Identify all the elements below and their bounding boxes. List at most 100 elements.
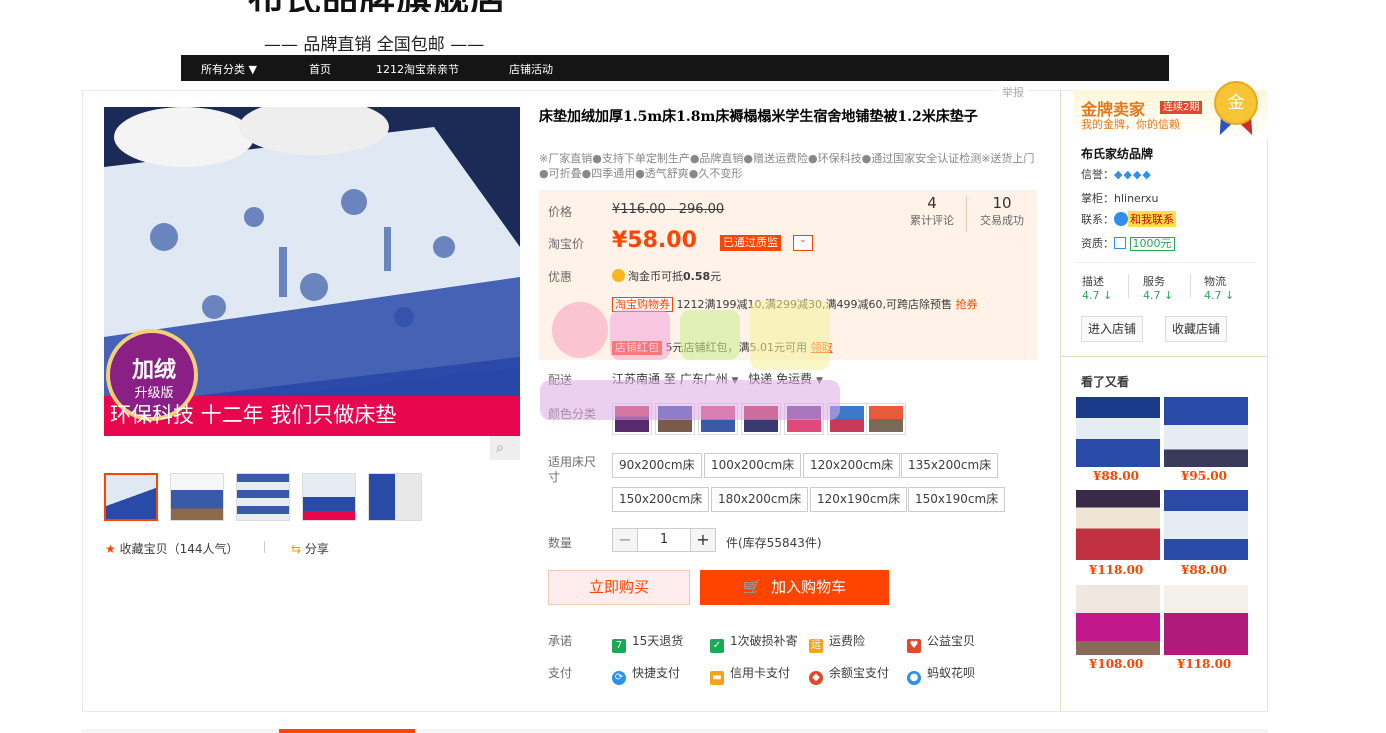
contact-button[interactable]: 和我联系	[1128, 211, 1176, 227]
promise-return[interactable]: 7 15天退货	[612, 632, 683, 653]
quantity-input[interactable]: 1	[638, 528, 690, 552]
return-icon: 7	[612, 639, 626, 653]
delivery-method-select[interactable]: 快递 免运费 ▼	[748, 372, 823, 386]
add-to-cart-button[interactable]: 🛒 加入购物车	[700, 570, 889, 605]
size-option-7[interactable]: 120x190cm床	[810, 487, 908, 512]
reviews-stat[interactable]: 4 累计评论	[900, 194, 964, 228]
score-service-label: 服务	[1143, 275, 1165, 288]
deposit-badge[interactable]: 1000元	[1129, 237, 1175, 251]
nav-home[interactable]: 首页	[309, 61, 331, 77]
coupon-text: 1212满199减10,满299减30,满499减60,可跨店除预售	[676, 298, 952, 311]
buy-now-button[interactable]: 立即购买	[548, 570, 690, 605]
recommend-item-4-price[interactable]: ¥88.00	[1181, 563, 1227, 577]
size-option-2[interactable]: 100x200cm床	[704, 453, 802, 478]
heart-icon: ♥	[907, 639, 921, 653]
huabei-icon: ●	[907, 671, 921, 685]
product-title: 床垫加绒加厚1.5m床1.8m床褥榻榻米学生宿舍地铺垫被1.2米床垫子	[539, 109, 978, 125]
recommend-item-2-price[interactable]: ¥95.00	[1181, 469, 1227, 483]
color-swatch-6[interactable]	[827, 403, 867, 435]
size-option-4[interactable]: 135x200cm床	[901, 453, 999, 478]
seller-keeper: 掌柜：hlinerxu	[1081, 190, 1159, 206]
star-icon: ★	[105, 542, 116, 556]
favorite-shop-button[interactable]: 收藏店铺	[1165, 316, 1228, 342]
quality-badge[interactable]: 已通过质监	[720, 235, 781, 251]
delivery-to-select[interactable]: 广东广州 ▼	[680, 372, 739, 386]
reviews-label: 累计评论	[910, 214, 954, 227]
recommend-item-3-price[interactable]: ¥118.00	[1089, 563, 1143, 577]
recommend-item-6-price[interactable]: ¥118.00	[1177, 657, 1231, 671]
color-swatch-7[interactable]	[866, 403, 906, 435]
color-swatch-1[interactable]	[612, 403, 652, 435]
stock-text: 件(库存55843件)	[726, 536, 822, 550]
size-option-3[interactable]: 120x200cm床	[803, 453, 901, 478]
yuebao-icon: ◆	[809, 671, 823, 685]
main-product-image[interactable]: 加绒 升级版 环保科技 十二年 我们只做床垫 ⌕	[104, 107, 520, 460]
redpack-tag: 店铺红包	[612, 341, 662, 355]
zoom-icon[interactable]: ⌕	[496, 440, 504, 456]
pay-quick[interactable]: ⟳ 快捷支付	[612, 664, 680, 685]
thumbnail-1[interactable]	[104, 473, 158, 521]
size-option-8[interactable]: 150x190cm床	[908, 487, 1006, 512]
detail-tab-active[interactable]	[279, 729, 415, 733]
diamond-icons: ◆◆◆◆	[1114, 168, 1152, 181]
promise-resend[interactable]: ✓ 1次破损补寄	[710, 632, 798, 653]
credit-label: 信誉：	[1081, 168, 1114, 181]
quantity-decrease-button[interactable]: −	[612, 528, 638, 552]
promise-label: 承诺	[548, 634, 573, 648]
thumbnail-4[interactable]	[302, 473, 356, 521]
recommend-item-1-image[interactable]	[1076, 397, 1160, 467]
recommend-item-5-image[interactable]	[1076, 585, 1160, 655]
share-button[interactable]: ⇆ 分享	[291, 540, 329, 557]
contact-label: 联系：	[1081, 213, 1114, 226]
delivery-method: 快递 免运费	[748, 372, 813, 386]
recommend-item-3-image[interactable]	[1076, 490, 1160, 560]
promise-charity[interactable]: ♥ 公益宝贝	[907, 632, 975, 653]
price-label: 价格	[548, 205, 573, 219]
reviews-count: 4	[927, 194, 937, 212]
thumbnail-2[interactable]	[170, 473, 224, 521]
coupon-link[interactable]: 抢券	[955, 298, 977, 311]
thumbnail-3[interactable]	[236, 473, 290, 521]
pay-huabei[interactable]: ● 蚂蚁花呗	[907, 664, 975, 685]
promise-return-label: 15天退货	[632, 634, 684, 648]
redpack-link[interactable]: 领取	[811, 341, 833, 354]
color-swatch-4[interactable]	[741, 403, 781, 435]
recommend-item-2-image[interactable]	[1164, 397, 1248, 467]
delivery-to-word: 至	[663, 372, 676, 386]
recommend-item-6-image[interactable]	[1164, 585, 1248, 655]
license-icon[interactable]	[1114, 237, 1126, 249]
size-option-1[interactable]: 90x200cm床	[612, 453, 702, 478]
size-option-5[interactable]: 150x200cm床	[612, 487, 710, 512]
pay-credit[interactable]: ▬ 信用卡支付	[710, 664, 790, 685]
see-more-title: 看了又看	[1081, 375, 1130, 389]
nav-1212[interactable]: 1212淘宝亲亲节	[376, 61, 459, 77]
caret-down-icon: ▼	[731, 376, 739, 386]
promo-label: 优惠	[548, 270, 573, 284]
thumbnail-5[interactable]	[368, 473, 422, 521]
recommend-item-4-image[interactable]	[1164, 490, 1248, 560]
chevron-down-icon[interactable]: ⌄	[793, 235, 813, 251]
collect-item[interactable]: ★ 收藏宝贝（144人气）	[105, 540, 239, 557]
size-option-6[interactable]: 180x200cm床	[711, 487, 809, 512]
quantity-increase-button[interactable]: +	[690, 528, 716, 552]
report-link[interactable]: 举报	[998, 84, 1028, 100]
coupon-tag: 淘宝购物券	[612, 297, 673, 312]
coupon-offer: 淘宝购物券 1212满199减10,满299减30,满499减60,可跨店除预售…	[612, 295, 1032, 315]
color-swatch-2[interactable]	[655, 403, 695, 435]
pay-yuebao-label: 余额宝支付	[829, 666, 890, 680]
share-icon: ⇆	[291, 542, 302, 556]
nav-shop-activity[interactable]: 店铺活动	[509, 61, 553, 77]
detail-tabs-bar	[82, 729, 1268, 733]
cart-icon: 🛒	[742, 578, 762, 596]
recommend-item-5-price[interactable]: ¥108.00	[1089, 657, 1143, 671]
color-swatch-5[interactable]	[784, 403, 824, 435]
recommend-item-1-price[interactable]: ¥88.00	[1093, 469, 1139, 483]
shop-banner: 布氏品牌旗舰店	[248, 0, 608, 12]
promise-freight[interactable]: 运运费险	[809, 632, 865, 653]
product-subtitle: ※厂家直销●支持下单定制生产●品牌直销●赠送运费险●环保科技●通过国家安全认证检…	[539, 152, 1035, 180]
enter-shop-button[interactable]: 进入店铺	[1081, 316, 1144, 342]
shop-name[interactable]: 布氏家纺品牌	[1081, 145, 1153, 162]
color-swatch-3[interactable]	[698, 403, 738, 435]
pay-yuebao[interactable]: ◆ 余额宝支付	[809, 664, 889, 685]
nav-all-categories[interactable]: 所有分类 ▼	[201, 61, 257, 77]
